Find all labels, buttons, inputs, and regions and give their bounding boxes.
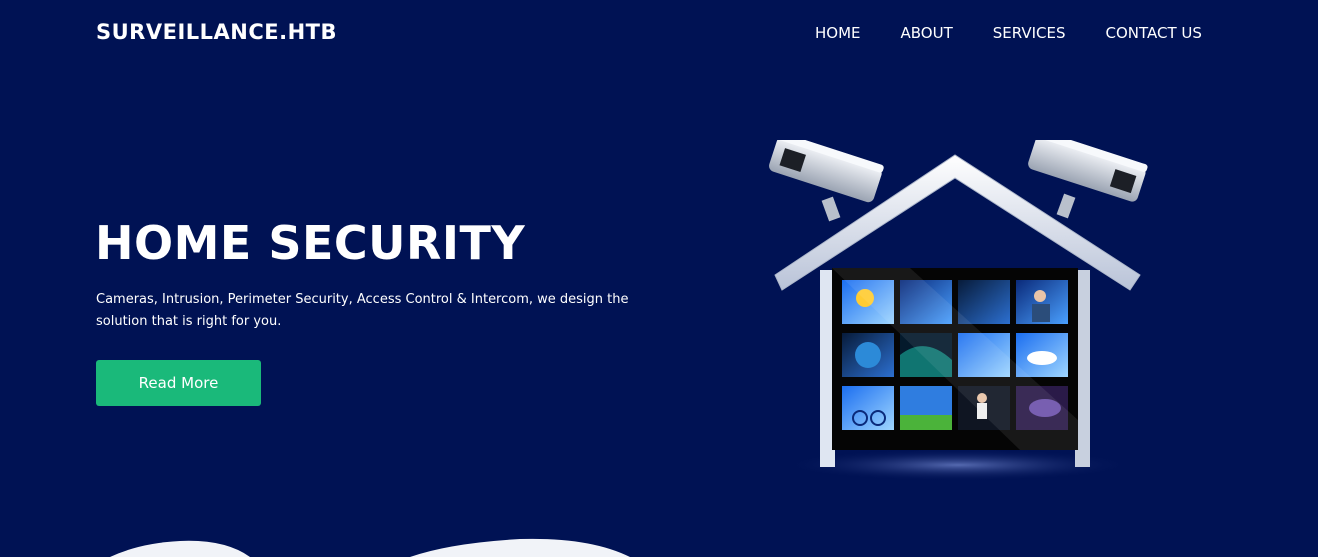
hero-title: HOME SECURITY (95, 216, 526, 270)
nav-services[interactable]: SERVICES (993, 23, 1066, 43)
house-security-illustration (769, 140, 1148, 481)
site-logo[interactable]: SURVEILLANCE.HTB (96, 20, 337, 44)
nav-home[interactable]: HOME (815, 23, 861, 43)
hero-description: Cameras, Intrusion, Perimeter Security, … (96, 292, 629, 329)
main-nav: HOME ABOUT SERVICES CONTACT US (815, 23, 1202, 43)
bottom-wave-decoration (110, 538, 630, 557)
nav-contact-us[interactable]: CONTACT US (1106, 23, 1202, 43)
nav-about[interactable]: ABOUT (901, 23, 953, 43)
read-more-button[interactable]: Read More (96, 360, 261, 406)
